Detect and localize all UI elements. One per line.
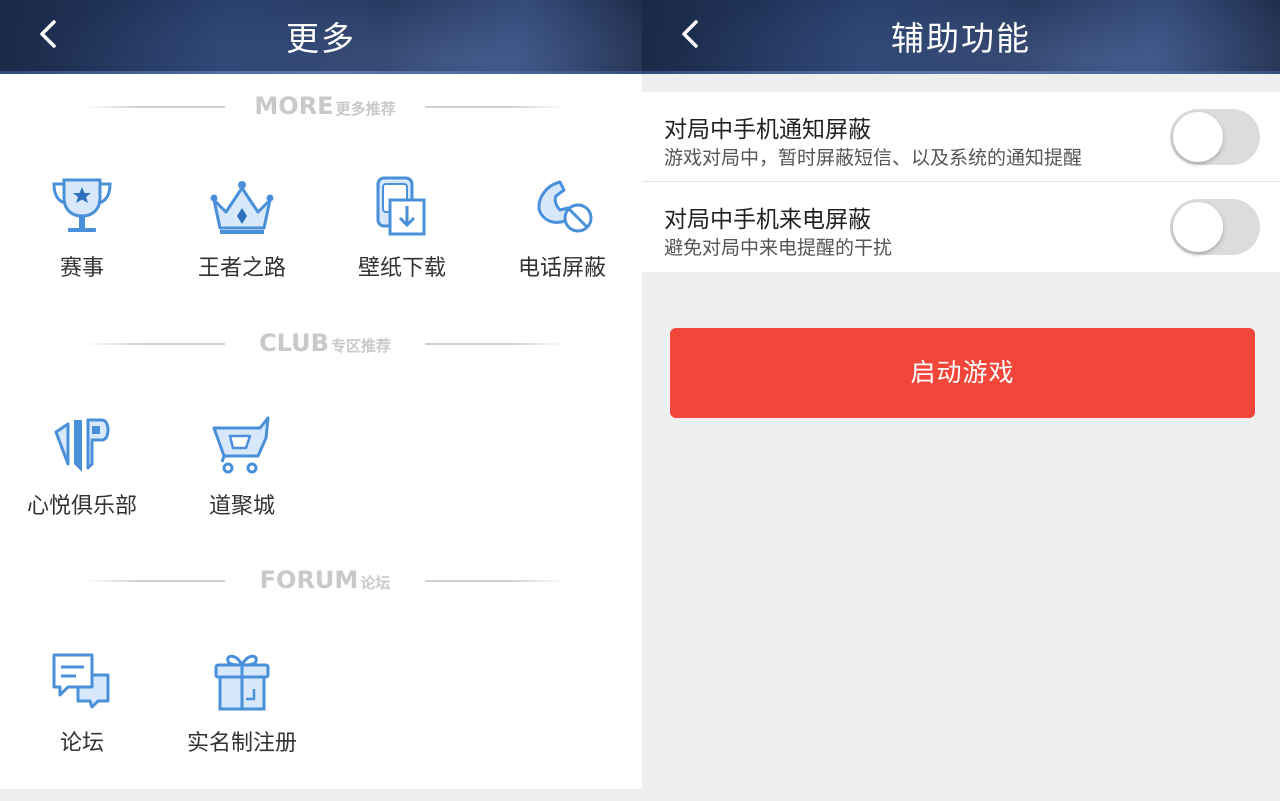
menu-item-events[interactable]: 赛事 [2, 172, 162, 302]
section-header-more: MORE 更多推荐 [85, 92, 565, 122]
crown-icon [206, 172, 278, 244]
section-header-club: CLUB 专区推荐 [85, 329, 565, 359]
page-title: 更多 [286, 19, 356, 58]
section-title-zh: 更多推荐 [335, 100, 396, 118]
menu-item-forum[interactable]: 论坛 [2, 647, 162, 777]
section-header-forum: FORUM 论坛 [85, 566, 565, 596]
menu-item-label: 王者之路 [197, 256, 286, 281]
menu-item-phone-block[interactable]: 电话屏蔽 [482, 172, 642, 302]
menu-item-label: 道聚城 [208, 494, 275, 519]
menu-item-wallpaper-download[interactable]: 壁纸下载 [322, 172, 482, 302]
menu-item-kings-road[interactable]: 王者之路 [162, 172, 322, 302]
shopping-cart-icon [206, 410, 278, 482]
call-block-toggle[interactable] [1170, 199, 1260, 255]
divider [425, 343, 565, 345]
setting-description: 游戏对局中，暂时屏蔽短信、以及系统的通知提醒 [664, 147, 1083, 169]
launch-game-button[interactable]: 启动游戏 [670, 328, 1255, 418]
toggle-knob [1173, 112, 1223, 162]
bottom-strip [0, 789, 642, 801]
divider [425, 106, 565, 108]
divider [425, 580, 565, 582]
section-title-zh: 专区推荐 [330, 337, 391, 355]
more-screen: 更多 MORE 更多推荐 赛事 王者之路 壁纸下载 电话屏蔽 CLUB 专区推荐… [0, 0, 642, 801]
section-title-en: FORUM [259, 566, 359, 594]
menu-item-label: 心悦俱乐部 [26, 494, 137, 519]
trophy-icon [46, 172, 118, 244]
navigation-bar: 辅助功能 [642, 0, 1280, 74]
vip-icon [46, 410, 118, 482]
menu-item-daojucheng[interactable]: 道聚城 [162, 410, 322, 540]
setting-row-notification-block: 对局中手机通知屏蔽 游戏对局中，暂时屏蔽短信、以及系统的通知提醒 [642, 92, 1280, 182]
setting-title: 对局中手机通知屏蔽 [664, 117, 871, 143]
section-title-zh: 论坛 [360, 574, 391, 592]
section-title-en: MORE [254, 92, 334, 120]
page-title: 辅助功能 [891, 19, 1031, 58]
wallpaper-download-icon [366, 172, 438, 244]
settings-list: 对局中手机通知屏蔽 游戏对局中，暂时屏蔽短信、以及系统的通知提醒 对局中手机来电… [642, 92, 1280, 272]
gift-box-icon [206, 647, 278, 719]
chat-bubbles-icon [46, 647, 118, 719]
menu-item-label: 电话屏蔽 [517, 256, 606, 281]
navigation-bar: 更多 [0, 0, 642, 74]
section-title-en: CLUB [259, 329, 329, 357]
setting-row-call-block: 对局中手机来电屏蔽 避免对局中来电提醒的干扰 [642, 182, 1280, 272]
setting-description: 避免对局中来电提醒的干扰 [664, 237, 893, 259]
menu-item-label: 赛事 [59, 256, 104, 281]
toggle-knob [1173, 202, 1223, 252]
accessibility-screen: 辅助功能 对局中手机通知屏蔽 游戏对局中，暂时屏蔽短信、以及系统的通知提醒 对局… [642, 0, 1280, 801]
menu-item-label: 论坛 [59, 731, 104, 756]
notification-block-toggle[interactable] [1170, 109, 1260, 165]
setting-title: 对局中手机来电屏蔽 [664, 207, 871, 233]
menu-item-label: 实名制注册 [186, 731, 297, 756]
menu-item-realname-register[interactable]: 实名制注册 [162, 647, 322, 777]
menu-item-label: 壁纸下载 [357, 256, 446, 281]
menu-item-xinyue-club[interactable]: 心悦俱乐部 [2, 410, 162, 540]
phone-block-icon [526, 172, 598, 244]
